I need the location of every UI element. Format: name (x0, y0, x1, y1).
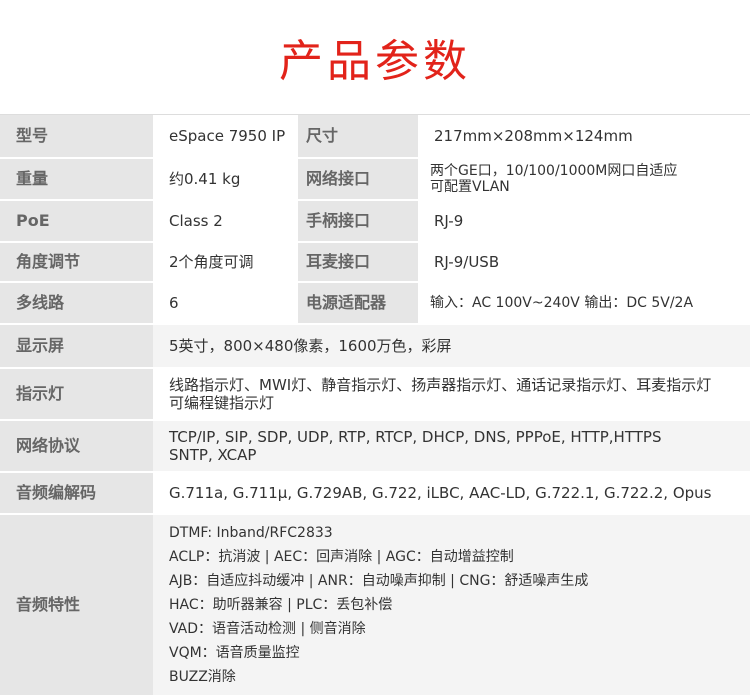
label-model: 型号 (0, 114, 153, 159)
value-model: eSpace 7950 IP (153, 114, 298, 159)
label-protocol: 网络协议 (0, 419, 153, 473)
label-indicator: 指示灯 (0, 367, 153, 421)
value-size: 217mm×208mm×124mm (418, 114, 750, 159)
label-size: 尺寸 (298, 114, 418, 159)
label-weight: 重量 (0, 157, 153, 201)
spec-row-weight: 重量 约0.41 kg 网络接口 两个GE口，10/100/1000M网口自适应… (0, 157, 750, 201)
spec-row-model: 型号 eSpace 7950 IP 尺寸 217mm×208mm×124mm (0, 114, 750, 159)
spec-row-protocol: 网络协议 TCP/IP, SIP, SDP, UDP, RTP, RTCP, D… (0, 419, 750, 473)
value-indicator: 线路指示灯、MWI灯、静音指示灯、扬声器指示灯、通话记录指示灯、耳麦指示灯 可编… (153, 367, 750, 421)
label-codec: 音频编解码 (0, 471, 153, 515)
value-power-adapter: 输入：AC 100V~240V 输出：DC 5V/2A (418, 281, 750, 325)
spec-row-codec: 音频编解码 G.711a, G.711μ, G.729AB, G.722, iL… (0, 471, 750, 515)
protocol-line-1: TCP/IP, SIP, SDP, UDP, RTP, RTCP, DHCP, … (169, 427, 662, 446)
label-handset-port: 手柄接口 (298, 199, 418, 243)
label-power-adapter: 电源适配器 (298, 281, 418, 325)
value-audio: DTMF: Inband/RFC2833 ACLP：抗消波 | AEC：回声消除… (153, 513, 750, 697)
audio-line: DTMF: Inband/RFC2833 (169, 524, 333, 541)
value-display: 5英寸，800×480像素，1600万色，彩屏 (153, 323, 750, 369)
spec-row-indicator: 指示灯 线路指示灯、MWI灯、静音指示灯、扬声器指示灯、通话记录指示灯、耳麦指示… (0, 367, 750, 421)
value-weight: 约0.41 kg (153, 157, 298, 201)
spec-table: 型号 eSpace 7950 IP 尺寸 217mm×208mm×124mm 重… (0, 114, 750, 697)
label-audio: 音频特性 (0, 513, 153, 697)
value-headset-port: RJ-9/USB (418, 241, 750, 283)
indicator-line-1: 线路指示灯、MWI灯、静音指示灯、扬声器指示灯、通话记录指示灯、耳麦指示灯 (169, 375, 712, 394)
value-codec: G.711a, G.711μ, G.729AB, G.722, iLBC, AA… (153, 471, 750, 515)
spec-row-angle: 角度调节 2个角度可调 耳麦接口 RJ-9/USB (0, 241, 750, 283)
spec-row-display: 显示屏 5英寸，800×480像素，1600万色，彩屏 (0, 323, 750, 369)
label-network-port: 网络接口 (298, 157, 418, 201)
spec-row-audio: 音频特性 DTMF: Inband/RFC2833 ACLP：抗消波 | AEC… (0, 513, 750, 697)
audio-line: VQM：语音质量监控 (169, 644, 300, 661)
label-headset-port: 耳麦接口 (298, 241, 418, 283)
value-handset-port: RJ-9 (418, 199, 750, 243)
value-protocol: TCP/IP, SIP, SDP, UDP, RTP, RTCP, DHCP, … (153, 419, 750, 473)
audio-line: ACLP：抗消波 | AEC：回声消除 | AGC：自动增益控制 (169, 548, 514, 565)
spec-row-poe: PoE Class 2 手柄接口 RJ-9 (0, 199, 750, 243)
value-angle: 2个角度可调 (153, 241, 298, 283)
indicator-line-2: 可编程键指示灯 (169, 393, 275, 412)
value-poe: Class 2 (153, 199, 298, 243)
label-poe: PoE (0, 199, 153, 243)
audio-line: VAD：语音活动检测 | 侧音消除 (169, 620, 366, 637)
label-lines: 多线路 (0, 281, 153, 325)
value-network-port: 两个GE口，10/100/1000M网口自适应 可配置VLAN (418, 157, 750, 201)
protocol-line-2: SNTP, XCAP (169, 445, 257, 464)
spec-row-lines: 多线路 6 电源适配器 输入：AC 100V~240V 输出：DC 5V/2A (0, 281, 750, 325)
label-display: 显示屏 (0, 323, 153, 369)
page-header: 产品参数 (0, 0, 750, 114)
audio-line: HAC：助听器兼容 | PLC：丢包补偿 (169, 596, 393, 613)
label-angle: 角度调节 (0, 241, 153, 283)
audio-line: BUZZ消除 (169, 668, 236, 685)
audio-line: AJB：自适应抖动缓冲 | ANR：自动噪声抑制 | CNG：舒适噪声生成 (169, 572, 589, 589)
page-title: 产品参数 (279, 36, 471, 87)
value-lines: 6 (153, 281, 298, 325)
